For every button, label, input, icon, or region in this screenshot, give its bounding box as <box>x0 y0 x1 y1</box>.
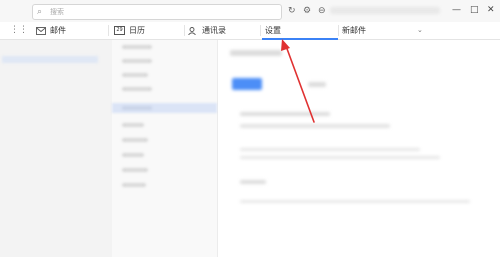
annotation-arrow <box>281 39 315 123</box>
annotation-arrow-head <box>281 39 290 51</box>
annotation-arrow-shaft <box>285 45 315 123</box>
